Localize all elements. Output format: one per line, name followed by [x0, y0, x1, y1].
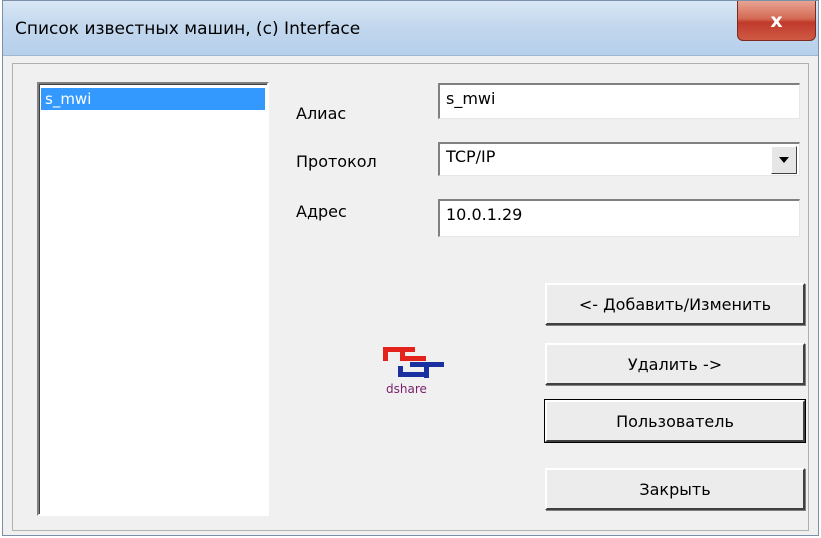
address-input[interactable]: 10.0.1.29 [438, 199, 800, 237]
address-value: 10.0.1.29 [446, 205, 523, 224]
dropdown-button[interactable] [771, 146, 797, 174]
protocol-select[interactable]: TCP/IP [438, 142, 800, 176]
alias-input[interactable]: s_mwi [438, 83, 800, 119]
address-label: Адрес [296, 202, 347, 221]
protocol-label: Протокол [296, 152, 377, 171]
window-title: Список известных машин, (c) Interface [15, 19, 361, 39]
close-window-button[interactable]: x [737, 1, 816, 41]
close-button[interactable]: Закрыть [545, 468, 805, 510]
title-bar[interactable]: Список известных машин, (c) Interface x [3, 1, 818, 56]
alias-value: s_mwi [446, 89, 496, 108]
chevron-down-icon [779, 157, 789, 163]
close-icon: x [770, 9, 783, 32]
protocol-value: TCP/IP [446, 147, 496, 166]
machine-listbox[interactable]: s_mwi [37, 82, 269, 516]
add-change-button[interactable]: <- Добавить/Изменить [545, 283, 805, 325]
alias-label: Алиас [296, 104, 347, 123]
logo-text: dshare [386, 382, 427, 396]
list-item[interactable]: s_mwi [41, 88, 265, 110]
user-button[interactable]: Пользователь [544, 399, 806, 443]
delete-button[interactable]: Удалить -> [545, 343, 805, 385]
